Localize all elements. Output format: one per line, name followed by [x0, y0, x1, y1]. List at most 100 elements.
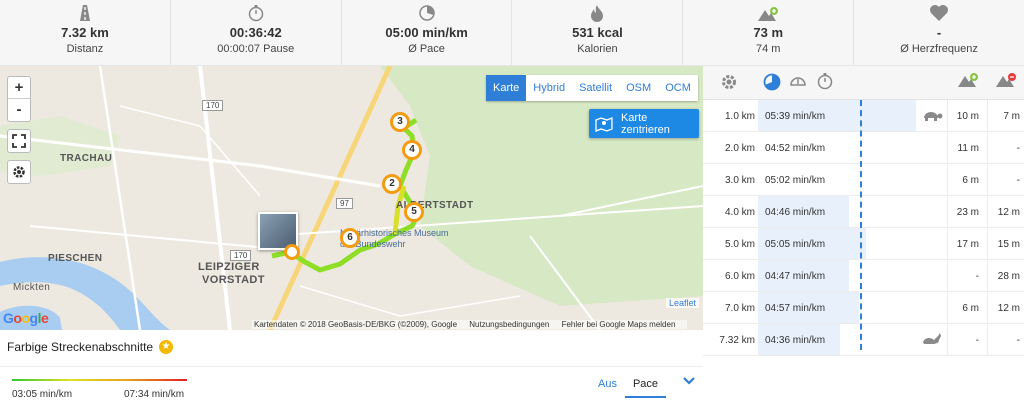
map-layer-switcher: Karte Hybrid Satellit OSM OCM	[486, 75, 698, 101]
stat-label: Kalorien	[577, 43, 618, 55]
split-pace: 04:52 min/km	[765, 143, 826, 154]
table-row[interactable]: 7.32 km 04:36 min/km - -	[703, 324, 1024, 356]
stat-value: -	[936, 25, 942, 40]
splits-header	[703, 66, 1024, 100]
pace-gauge-icon	[763, 73, 781, 91]
settings-tab[interactable]	[719, 72, 739, 92]
fullscreen-icon	[12, 134, 26, 148]
table-row[interactable]: 6.0 km 04:47 min/km -28 m	[703, 260, 1024, 292]
split-elevation-up: 10 m	[947, 100, 987, 131]
road-shield: 170	[230, 250, 252, 261]
divider	[0, 366, 703, 367]
map-settings-button[interactable]	[7, 160, 31, 184]
split-elevation-up: 6 m	[947, 292, 987, 323]
report-error-link[interactable]: Fehler bei Google Maps melden	[562, 320, 676, 329]
speed-tab[interactable]	[789, 72, 807, 90]
segments-title-label: Farbige Streckenabschnitte	[7, 340, 154, 354]
split-distance: 7.0 km	[724, 303, 755, 314]
stat-value: 05:00 min/km	[385, 25, 468, 40]
speedometer-icon	[790, 77, 806, 86]
elevation-up-icon	[958, 73, 978, 87]
table-row[interactable]: 1.0 km 05:39 min/km 10 m7 m	[703, 100, 1024, 132]
rabbit-icon	[921, 332, 943, 349]
turtle-icon	[921, 108, 943, 125]
pace-gauge-icon	[342, 0, 512, 22]
split-elevation-up: -	[947, 324, 987, 355]
pace-min-label: 03:05 min/km	[12, 389, 73, 400]
zoom-control: + -	[7, 76, 31, 122]
road-icon	[0, 0, 170, 22]
route-marker[interactable]: 6	[340, 228, 360, 248]
split-pace: 05:05 min/km	[765, 239, 826, 250]
table-row[interactable]: 3.0 km 05:02 min/km 6 m-	[703, 164, 1024, 196]
stat-pace: 05:00 min/km Ø Pace	[342, 0, 513, 65]
mode-off-option[interactable]: Aus	[598, 378, 617, 390]
fullscreen-button[interactable]	[7, 129, 31, 153]
average-pace-line	[860, 100, 862, 350]
split-pace: 04:46 min/km	[765, 207, 826, 218]
map-center-icon	[595, 116, 613, 132]
zoom-out-button[interactable]: -	[8, 99, 30, 121]
map-attribution: Kartendaten © 2018 GeoBasis-DE/BKG (©200…	[252, 320, 688, 329]
layer-ocm[interactable]: OCM	[658, 75, 698, 101]
map-label-pieschen: PIESCHEN	[48, 253, 103, 264]
route-marker[interactable]: 4	[402, 140, 422, 160]
route-start-marker[interactable]	[284, 244, 300, 260]
map-label-leipziger: LEIPZIGER	[198, 261, 260, 273]
gear-icon	[13, 166, 25, 178]
route-marker[interactable]: 5	[404, 202, 424, 222]
split-elevation-up: 17 m	[947, 228, 987, 259]
split-pace: 05:39 min/km	[765, 111, 826, 122]
zoom-in-button[interactable]: +	[8, 77, 30, 99]
split-elevation-up: 11 m	[947, 132, 987, 163]
route-marker[interactable]: 3	[390, 112, 410, 132]
stat-value: 00:36:42	[229, 25, 282, 40]
layer-osm[interactable]: OSM	[619, 75, 658, 101]
time-tab[interactable]	[816, 72, 834, 90]
split-elevation-down: 15 m	[987, 228, 1024, 259]
table-row[interactable]: 7.0 km 04:57 min/km 6 m 12 m	[703, 292, 1024, 324]
center-map-button[interactable]: Karte zentrieren	[589, 109, 699, 138]
map-label-vorstadt: VORSTADT	[202, 274, 265, 286]
split-pace: 04:57 min/km	[765, 303, 826, 314]
split-elevation-down: 12 m	[987, 292, 1024, 323]
layer-hybrid[interactable]: Hybrid	[526, 75, 572, 101]
route-map[interactable]: TRACHAU PIESCHEN LEIPZIGER VORSTADT ALBE…	[0, 66, 703, 330]
mode-pace-option[interactable]: Pace	[624, 378, 667, 398]
leaflet-link[interactable]: Leaflet	[665, 298, 699, 308]
flame-icon	[512, 0, 682, 22]
road-shield: 170	[202, 100, 224, 111]
pace-tab[interactable]	[762, 72, 782, 92]
table-row[interactable]: 4.0 km 04:46 min/km 23 m 12 m	[703, 196, 1024, 228]
segments-panel: Farbige Streckenabschnitte ★ 03:05 min/k…	[0, 330, 703, 409]
layer-satellit[interactable]: Satellit	[572, 75, 619, 101]
stat-label: 74 m	[755, 43, 781, 55]
terms-link[interactable]: Nutzungsbedingungen	[469, 320, 549, 329]
splits-table: 1.0 km 05:39 min/km 10 m7 m 2.0 km 04:52 min…	[703, 66, 1024, 409]
stopwatch-icon	[817, 73, 833, 90]
map-label-trachau: TRACHAU	[60, 153, 113, 164]
google-logo: Google	[3, 310, 49, 326]
stat-elevation: 73 m 74 m	[683, 0, 855, 65]
table-row[interactable]: 2.0 km 04:52 min/km 11 m-	[703, 132, 1024, 164]
stat-calories: 531 kcal Kalorien	[512, 0, 684, 65]
split-elevation-down: -	[987, 324, 1024, 355]
map-label-mickten: Mickten	[13, 282, 51, 293]
elevation-up-header	[957, 72, 979, 88]
elevation-down-header	[995, 72, 1017, 88]
center-map-label: Karte zentrieren	[620, 111, 670, 136]
segments-title: Farbige Streckenabschnitte ★	[7, 340, 174, 354]
chevron-down-icon[interactable]	[682, 376, 696, 389]
route-marker[interactable]: 2	[382, 174, 402, 194]
table-row[interactable]: 5.0 km 05:05 min/km 17 m 15 m	[703, 228, 1024, 260]
stat-label: Distanz	[66, 43, 104, 55]
elevation-up-icon	[683, 0, 853, 22]
split-distance: 4.0 km	[724, 207, 755, 218]
split-elevation-down: 7 m	[987, 100, 1024, 131]
segment-mode-toggle: Aus Pace	[598, 376, 696, 398]
stat-distance: 7.32 km Distanz	[0, 0, 171, 65]
layer-karte[interactable]: Karte	[486, 75, 527, 101]
split-distance: 1.0 km	[724, 111, 755, 122]
stat-value: 531 kcal	[572, 25, 623, 40]
stat-label: Ø Pace	[408, 43, 445, 55]
